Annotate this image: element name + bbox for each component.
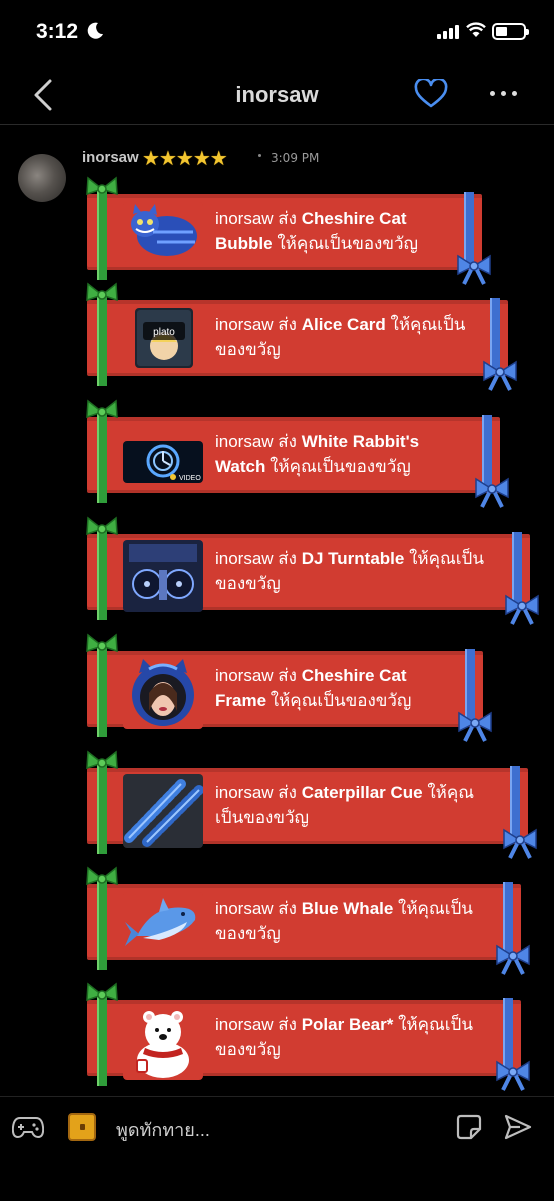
gift-card[interactable]: inorsaw ส่ง Caterpillar Cue ให้คุณเป็นขอ…	[86, 750, 537, 859]
gift-card[interactable]: inorsaw ส่ง DJ Turntable ให้คุณเป็นของขว…	[86, 516, 539, 625]
message-input[interactable]: พูดทักทาย...	[116, 1115, 436, 1140]
wifi-icon	[466, 22, 486, 37]
green-bow-icon	[86, 982, 118, 1002]
cheshire-cat-bubble-icon	[123, 202, 203, 262]
star-icon: ★	[158, 146, 177, 170]
status-bar: 3:12	[0, 0, 554, 66]
gift-card[interactable]: inorsaw ส่ง Blue Whale ให้คุณเป็นของขวัญ	[86, 866, 530, 975]
separator-dot	[258, 154, 261, 157]
blue-bow-icon	[505, 594, 539, 625]
green-bow-icon	[86, 176, 118, 196]
nav-bar: inorsaw	[0, 66, 554, 125]
gift-card[interactable]: inorsaw ส่ง Cheshire Cat Frame ให้คุณเป็…	[86, 633, 492, 742]
gift-card[interactable]: VIDEO inorsaw ส่ง White Rabbit's Watch ใ…	[86, 399, 509, 508]
blue-bow-icon	[483, 360, 517, 391]
gift-item-name: Caterpillar Cue	[301, 783, 423, 802]
blue-bow-icon	[475, 477, 509, 508]
more-options-icon[interactable]	[490, 91, 520, 99]
star-icon: ★	[142, 146, 160, 170]
gift-card[interactable]: inorsaw ส่ง Cheshire Cat Bubble ให้คุณเป…	[86, 176, 491, 285]
message-composer: พูดทักทาย...	[0, 1096, 554, 1201]
heart-icon[interactable]	[414, 79, 448, 109]
star-icon: ★	[175, 146, 194, 170]
alice-card-icon: plato	[135, 308, 193, 368]
page-title: inorsaw	[235, 82, 319, 107]
cheshire-cat-frame-icon	[123, 655, 203, 729]
blue-bow-icon	[503, 828, 537, 859]
sticker-icon[interactable]	[456, 1114, 482, 1140]
green-bow-icon	[86, 866, 118, 886]
blue-bow-icon	[457, 254, 491, 285]
gift-message: inorsaw ส่ง Alice Card ให้คุณเป็นของขวัญ	[215, 315, 466, 359]
star-icon: ★	[192, 146, 211, 170]
thumb-label: plato	[153, 327, 175, 338]
blue-bow-icon	[496, 944, 530, 975]
green-bow-icon	[86, 282, 118, 302]
gift-message: inorsaw ส่ง Polar Bear* ให้คุณเป็นของขวั…	[215, 1015, 473, 1059]
gift-message: inorsaw ส่ง Cheshire Cat Frame ให้คุณเป็…	[215, 666, 412, 710]
gift-message: inorsaw ส่ง Caterpillar Cue ให้คุณเป็นขอ…	[215, 783, 475, 827]
gift-item-name: Polar Bear*	[301, 1015, 394, 1034]
green-bow-icon	[86, 750, 118, 770]
gift-message: inorsaw ส่ง Cheshire Cat Bubble ให้คุณเป…	[215, 209, 418, 253]
rating-stars: ★★★★★	[142, 146, 228, 170]
gift-message: inorsaw ส่ง Blue Whale ให้คุณเป็นของขวัญ	[215, 899, 473, 943]
moon-icon	[87, 22, 103, 39]
polar-bear-icon	[123, 1004, 203, 1080]
blue-whale-icon	[123, 892, 203, 952]
battery-icon	[492, 23, 529, 40]
gamepad-icon[interactable]	[12, 1115, 44, 1139]
green-bow-icon	[86, 633, 118, 653]
cellular-signal-icon	[437, 25, 459, 39]
green-bow-icon	[86, 399, 118, 419]
blue-bow-icon	[496, 1060, 530, 1091]
gift-message: inorsaw ส่ง DJ Turntable ให้คุณเป็นของขว…	[215, 549, 484, 593]
caterpillar-cue-icon	[123, 774, 203, 848]
thumb-label: VIDEO	[179, 475, 201, 482]
gift-item-name: DJ Turntable	[301, 549, 405, 568]
message-timestamp: 3:09 PM	[271, 151, 320, 165]
star-icon: ★	[209, 146, 228, 170]
gift-card[interactable]: inorsaw ส่ง Polar Bear* ให้คุณเป็นของขวั…	[86, 982, 530, 1091]
gift-message: inorsaw ส่ง White Rabbit's Watch ให้คุณเ…	[215, 432, 420, 476]
sender-name[interactable]: inorsaw	[82, 149, 139, 166]
avatar[interactable]	[18, 154, 66, 202]
white-rabbit-watch-icon: VIDEO	[123, 441, 203, 483]
gift-item-name: Blue Whale	[301, 899, 394, 918]
blue-bow-icon	[458, 711, 492, 742]
gift-item-name: Alice Card	[301, 315, 386, 334]
treasure-chest-icon[interactable]	[68, 1113, 96, 1141]
send-icon[interactable]	[504, 1114, 532, 1140]
status-time: 3:12	[36, 20, 79, 43]
green-bow-icon	[86, 516, 118, 536]
dj-turntable-icon	[123, 540, 203, 612]
gift-card[interactable]: plato inorsaw ส่ง Alice Card ให้คุณเป็นข…	[86, 282, 517, 391]
